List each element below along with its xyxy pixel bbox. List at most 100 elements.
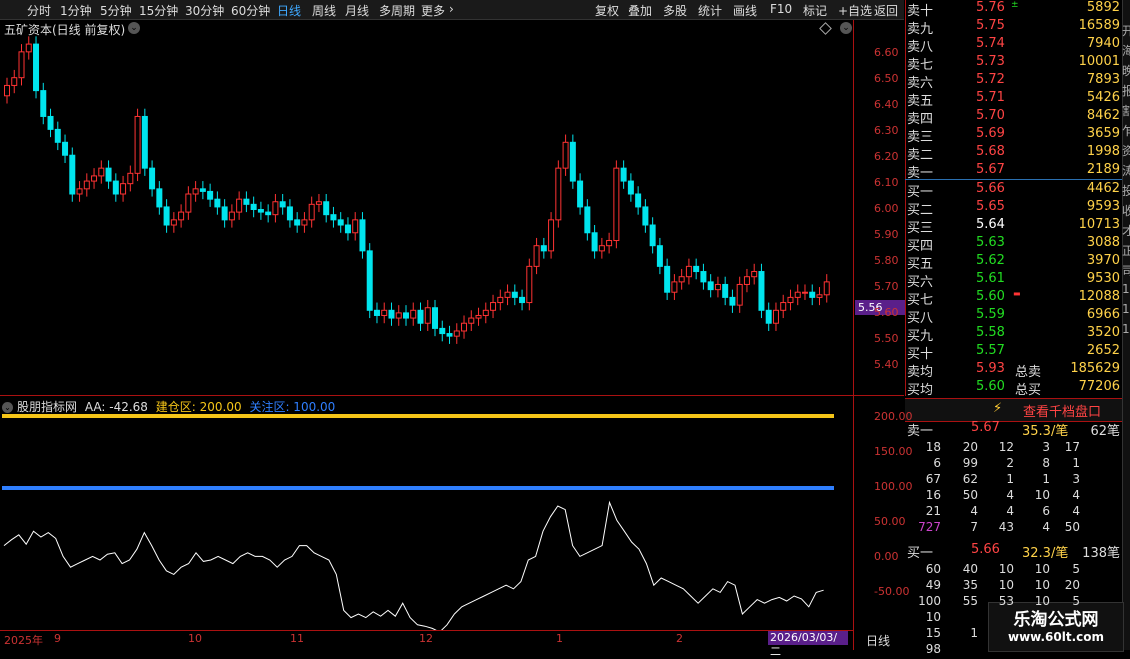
- buy-volume: 3088: [1086, 235, 1120, 250]
- level-cell: 4: [1072, 488, 1080, 502]
- tab-8[interactable]: 月线: [345, 2, 369, 19]
- candle-body: [381, 309, 388, 316]
- candle-body: [758, 271, 765, 311]
- toolbar-button-5[interactable]: F10: [770, 2, 792, 16]
- level-cell: 67: [925, 472, 941, 486]
- candle-body: [279, 201, 286, 208]
- candle-body: [693, 265, 700, 273]
- candle-body: [424, 307, 431, 324]
- toolbar-button-3[interactable]: 统计: [698, 2, 722, 19]
- indicator-axis-label: 100.00: [874, 480, 913, 493]
- toolbar-button-8[interactable]: 返回: [874, 2, 898, 19]
- side-strip-char: 1: [1122, 302, 1130, 316]
- candle-body: [170, 219, 177, 226]
- toolbar-button-4[interactable]: 画线: [733, 2, 757, 19]
- level-cell: 5: [1072, 562, 1080, 576]
- candle-body: [787, 296, 794, 304]
- sell-label: 卖一: [907, 166, 934, 181]
- period-label[interactable]: 日线: [866, 632, 890, 649]
- buy-volume: 3970: [1086, 253, 1120, 268]
- candle-body: [127, 172, 134, 185]
- avg-label: 买均: [907, 383, 934, 398]
- tab-10[interactable]: 更多: [421, 2, 445, 19]
- candle-body: [497, 296, 504, 304]
- level-cell: 50: [1064, 520, 1080, 534]
- sell-label: 卖九: [907, 22, 934, 37]
- qiandang-button[interactable]: ⚡ 查看千档盘口: [905, 398, 1122, 422]
- candle-body: [540, 245, 547, 252]
- tab-4[interactable]: 30分钟: [185, 2, 224, 19]
- buy-price: 5.63: [976, 235, 1005, 250]
- tab-2[interactable]: 5分钟: [100, 2, 132, 19]
- candle-body: [475, 314, 482, 319]
- watermark: 乐淘公式网 www.60lt.com: [988, 602, 1124, 652]
- buy-label: 买七: [907, 293, 934, 308]
- candle-body: [700, 271, 707, 283]
- toolbar-button-0[interactable]: 复权: [595, 2, 619, 19]
- chevron-right-icon[interactable]: ›: [449, 2, 454, 16]
- tab-6[interactable]: 日线: [277, 2, 301, 19]
- level-cell: 53: [998, 594, 1014, 608]
- avg-buy-row: 买均 5.60 总买 77206: [905, 379, 1122, 398]
- candle-body: [214, 198, 221, 208]
- buy-label: 买八: [907, 311, 934, 326]
- sell-price: 5.68: [976, 144, 1005, 159]
- date-label: 12: [419, 632, 433, 645]
- candle-body: [120, 183, 127, 195]
- tab-1[interactable]: 1分钟: [60, 2, 92, 19]
- price-axis-label: 5.40: [874, 358, 899, 371]
- sell-label: 卖十: [907, 4, 934, 19]
- buy-row: 买十 5.57 2652: [905, 343, 1122, 362]
- candle-body: [163, 206, 170, 226]
- tab-7[interactable]: 周线: [312, 2, 336, 19]
- candle-body: [751, 271, 758, 278]
- candle-body: [453, 330, 460, 337]
- candle-body: [671, 281, 678, 293]
- candle-body: [83, 180, 90, 190]
- level-price: 5.67: [971, 420, 1000, 435]
- sell-row: 卖五 5.71 5426: [905, 90, 1122, 109]
- level-cell: 12: [998, 440, 1014, 454]
- toolbar-button-2[interactable]: 多股: [663, 2, 687, 19]
- sell-price: 5.69: [976, 126, 1005, 141]
- candle-body: [91, 175, 98, 182]
- tab-3[interactable]: 15分钟: [139, 2, 178, 19]
- tab-9[interactable]: 多周期: [379, 2, 415, 19]
- tab-5[interactable]: 60分钟: [231, 2, 270, 19]
- level-cell: 10: [998, 562, 1014, 576]
- candle-body: [417, 309, 424, 324]
- candle-body: [25, 43, 32, 53]
- candle-body: [69, 154, 76, 195]
- candle-body: [482, 309, 489, 316]
- candle-body: [243, 198, 250, 205]
- candle-body: [308, 203, 315, 221]
- level-cell: 10: [1034, 488, 1050, 502]
- sell-price: 5.70: [976, 108, 1005, 123]
- sell-label: 卖八: [907, 40, 934, 55]
- side-strip-char: 开: [1122, 24, 1130, 38]
- level-cell: 3: [1042, 440, 1050, 454]
- date-label: 2025年: [4, 634, 43, 647]
- indicator-chart[interactable]: [0, 396, 853, 630]
- watermark-title: 乐淘公式网: [1013, 610, 1099, 630]
- sell-volume: 16589: [1078, 18, 1120, 33]
- level-cell: 4: [970, 504, 978, 518]
- candle-body: [678, 276, 685, 283]
- level-cell: 6: [1042, 504, 1050, 518]
- candlestick-chart[interactable]: [0, 20, 853, 395]
- level-cell: 5: [1072, 594, 1080, 608]
- tab-0[interactable]: 分时: [27, 2, 51, 19]
- candle-body: [294, 219, 301, 226]
- candle-body: [47, 115, 54, 130]
- buy-row: 买三 5.64 10713: [905, 217, 1122, 236]
- toolbar-button-6[interactable]: 标记: [803, 2, 827, 19]
- buy-label: 买四: [907, 239, 934, 254]
- price-axis-label: 6.20: [874, 150, 899, 163]
- candle-body: [772, 309, 779, 324]
- price-axis-label: 6.10: [874, 176, 899, 189]
- sell-volume: 7940: [1086, 36, 1120, 51]
- toolbar-button-1[interactable]: 叠加: [628, 2, 652, 19]
- toolbar-button-7[interactable]: +自选: [838, 2, 872, 19]
- price-axis-label: 6.60: [874, 46, 899, 59]
- level-cell: 55: [962, 594, 978, 608]
